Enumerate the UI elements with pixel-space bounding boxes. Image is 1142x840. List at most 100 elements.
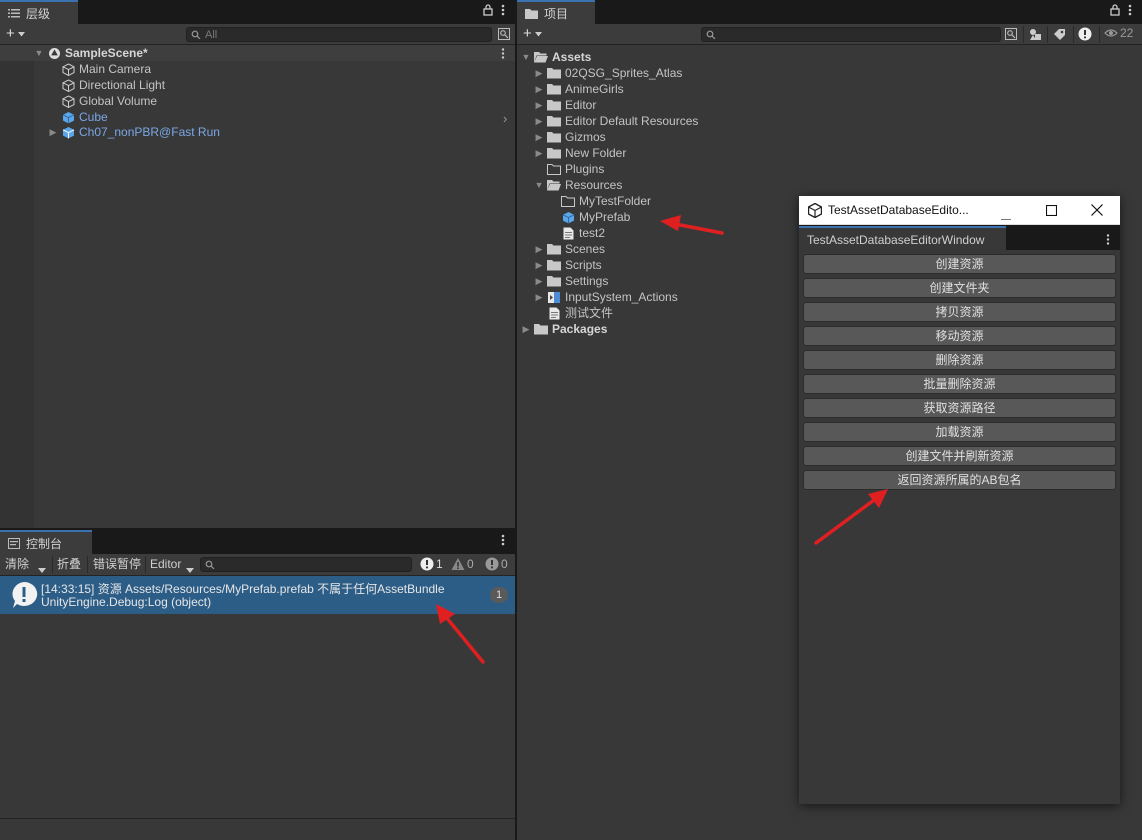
maximize-icon[interactable] bbox=[1045, 204, 1058, 219]
gameobject-cube-icon bbox=[61, 62, 75, 76]
close-icon[interactable] bbox=[1091, 204, 1103, 219]
tab-console[interactable]: 控制台 bbox=[0, 530, 92, 554]
log-entry[interactable]: [14:33:15] 资源 Assets/Resources/MyPrefab.… bbox=[0, 576, 515, 614]
tree-item-folder-empty[interactable]: Plugins bbox=[547, 161, 604, 177]
hierarchy-item-ch07[interactable]: ▶ Ch07_nonPBR@Fast Run bbox=[48, 124, 220, 140]
tree-item-myprefab[interactable]: MyPrefab bbox=[561, 209, 630, 225]
get-ab-name-button[interactable]: 返回资源所属的AB包名 bbox=[803, 470, 1116, 490]
lock-icon[interactable] bbox=[483, 4, 493, 19]
more-menu-icon[interactable] bbox=[501, 534, 505, 549]
expand-arrow-icon[interactable]: ▶ bbox=[534, 241, 544, 257]
clear-button[interactable]: 清除 bbox=[5, 554, 29, 574]
tree-item-assets[interactable]: ▼ Assets bbox=[521, 49, 592, 65]
move-asset-button[interactable]: 移动资源 bbox=[803, 326, 1116, 346]
tree-item-folder[interactable]: ▶ Scripts bbox=[534, 257, 602, 273]
project-search-input[interactable] bbox=[701, 27, 1001, 42]
tree-item-folder[interactable]: ▶ New Folder bbox=[534, 145, 627, 161]
item-label: Global Volume bbox=[79, 94, 158, 108]
expand-arrow-icon[interactable]: ▶ bbox=[534, 65, 544, 81]
filter-by-label-icon[interactable] bbox=[1053, 28, 1066, 44]
expand-arrow-icon[interactable]: ▶ bbox=[534, 289, 544, 305]
folder-icon bbox=[547, 258, 561, 272]
tree-item-folder[interactable]: ▶ Scenes bbox=[534, 241, 606, 257]
tree-item-folder[interactable]: ▶ Gizmos bbox=[534, 129, 606, 145]
create-asset-button[interactable]: 创建资源 bbox=[803, 254, 1116, 274]
scene-row[interactable]: ▼ SampleScene* bbox=[34, 45, 148, 61]
folder-icon bbox=[547, 146, 561, 160]
tree-item-test-file[interactable]: 测试文件 bbox=[547, 305, 613, 321]
expand-arrow-icon[interactable]: ▶ bbox=[48, 124, 58, 140]
scene-visibility-icon[interactable] bbox=[498, 28, 510, 43]
alert-icon[interactable] bbox=[1078, 27, 1092, 44]
scene-menu-icon[interactable] bbox=[501, 48, 505, 62]
tree-item-folder[interactable]: ▶ Editor Default Resources bbox=[534, 113, 699, 129]
tree-item-folder[interactable]: ▶ Settings bbox=[534, 273, 609, 289]
tree-item-folder[interactable]: ▶ 02QSG_Sprites_Atlas bbox=[534, 65, 683, 81]
copy-asset-button[interactable]: 拷贝资源 bbox=[803, 302, 1116, 322]
scene-name: SampleScene* bbox=[65, 46, 148, 60]
clear-dropdown-arrow-icon[interactable] bbox=[38, 562, 46, 576]
expand-arrow-icon[interactable]: ▶ bbox=[534, 257, 544, 273]
expand-arrow-icon[interactable]: ▶ bbox=[534, 113, 544, 129]
collapse-arrow-icon[interactable]: ▼ bbox=[521, 49, 531, 65]
tree-item-test2[interactable]: test2 bbox=[561, 225, 605, 241]
more-menu-icon[interactable] bbox=[1128, 4, 1132, 19]
tree-item-folder[interactable]: ▶ AnimeGirls bbox=[534, 81, 624, 97]
hierarchy-item-directional-light[interactable]: Directional Light bbox=[61, 77, 165, 93]
hierarchy-search-input[interactable]: All bbox=[186, 27, 492, 42]
visibility-count[interactable]: 22 bbox=[1104, 26, 1133, 40]
console-search-input[interactable] bbox=[200, 557, 412, 572]
more-menu-icon[interactable] bbox=[501, 4, 505, 19]
window-titlebar[interactable]: TestAssetDatabaseEdito... bbox=[799, 196, 1120, 225]
create-dropdown-button[interactable]: + bbox=[523, 26, 542, 42]
expand-arrow-icon[interactable]: ▶ bbox=[521, 321, 531, 337]
lock-icon[interactable] bbox=[1110, 4, 1120, 19]
tree-item-mytestfolder[interactable]: MyTestFolder bbox=[561, 193, 651, 209]
expand-arrow-icon[interactable]: ▶ bbox=[534, 273, 544, 289]
folder-icon bbox=[547, 66, 561, 80]
expand-arrow-icon[interactable]: ▶ bbox=[534, 145, 544, 161]
expand-arrow-icon[interactable]: ▶ bbox=[534, 129, 544, 145]
tab-hierarchy[interactable]: 层级 bbox=[0, 0, 78, 24]
expand-arrow-icon[interactable]: ▶ bbox=[534, 97, 544, 113]
tab-project[interactable]: 项目 bbox=[517, 0, 595, 24]
tree-item-inputsystem[interactable]: ▶ InputSystem_Actions bbox=[534, 289, 678, 305]
window-title: TestAssetDatabaseEdito... bbox=[828, 203, 969, 217]
model-prefab-icon bbox=[61, 125, 75, 139]
editor-label: Editor bbox=[150, 557, 182, 571]
search-placeholder: All bbox=[205, 28, 218, 41]
hierarchy-item-cube[interactable]: Cube bbox=[61, 109, 108, 125]
create-file-refresh-button[interactable]: 创建文件并刷新资源 bbox=[803, 446, 1116, 466]
collapse-button[interactable]: 折叠 bbox=[57, 554, 81, 574]
log-line-2: UnityEngine.Debug:Log (object) bbox=[41, 595, 212, 609]
hierarchy-item-global-volume[interactable]: Global Volume bbox=[61, 93, 157, 109]
info-icon bbox=[420, 557, 434, 571]
search-by-type-icon[interactable] bbox=[1005, 28, 1017, 43]
get-asset-path-button[interactable]: 获取资源路径 bbox=[803, 398, 1116, 418]
open-prefab-chevron-icon[interactable]: › bbox=[503, 111, 507, 126]
hierarchy-item-main-camera[interactable]: Main Camera bbox=[61, 61, 151, 77]
tree-item-packages[interactable]: ▶ Packages bbox=[521, 321, 608, 337]
tree-item-folder[interactable]: ▶ Editor bbox=[534, 97, 597, 113]
create-folder-button[interactable]: 创建文件夹 bbox=[803, 278, 1116, 298]
more-menu-icon[interactable] bbox=[1106, 234, 1110, 248]
editor-dropdown-arrow-icon bbox=[186, 562, 194, 576]
editor-target-dropdown[interactable]: Editor bbox=[150, 554, 181, 574]
info-filter-toggle[interactable]: 1 bbox=[420, 557, 443, 571]
batch-delete-button[interactable]: 批量删除资源 bbox=[803, 374, 1116, 394]
delete-asset-button[interactable]: 删除资源 bbox=[803, 350, 1116, 370]
gameobject-cube-icon bbox=[61, 94, 75, 108]
warning-filter-toggle[interactable]: 0 bbox=[451, 557, 474, 571]
empty-folder-icon bbox=[547, 162, 561, 176]
add-dropdown-button[interactable]: + bbox=[6, 26, 25, 42]
load-asset-button[interactable]: 加载资源 bbox=[803, 422, 1116, 442]
error-filter-toggle[interactable]: 0 bbox=[485, 557, 508, 571]
error-pause-button[interactable]: 错误暂停 bbox=[93, 554, 141, 574]
expand-arrow-icon[interactable]: ▶ bbox=[534, 81, 544, 97]
collapse-arrow-icon[interactable]: ▼ bbox=[34, 45, 44, 61]
tab-editor-window[interactable]: TestAssetDatabaseEditorWindow bbox=[799, 226, 1006, 250]
collapse-arrow-icon[interactable]: ▼ bbox=[534, 177, 544, 193]
minimize-icon[interactable] bbox=[1001, 210, 1011, 224]
filter-by-type-icon[interactable] bbox=[1029, 28, 1042, 44]
tree-item-resources[interactable]: ▼ Resources bbox=[534, 177, 623, 193]
